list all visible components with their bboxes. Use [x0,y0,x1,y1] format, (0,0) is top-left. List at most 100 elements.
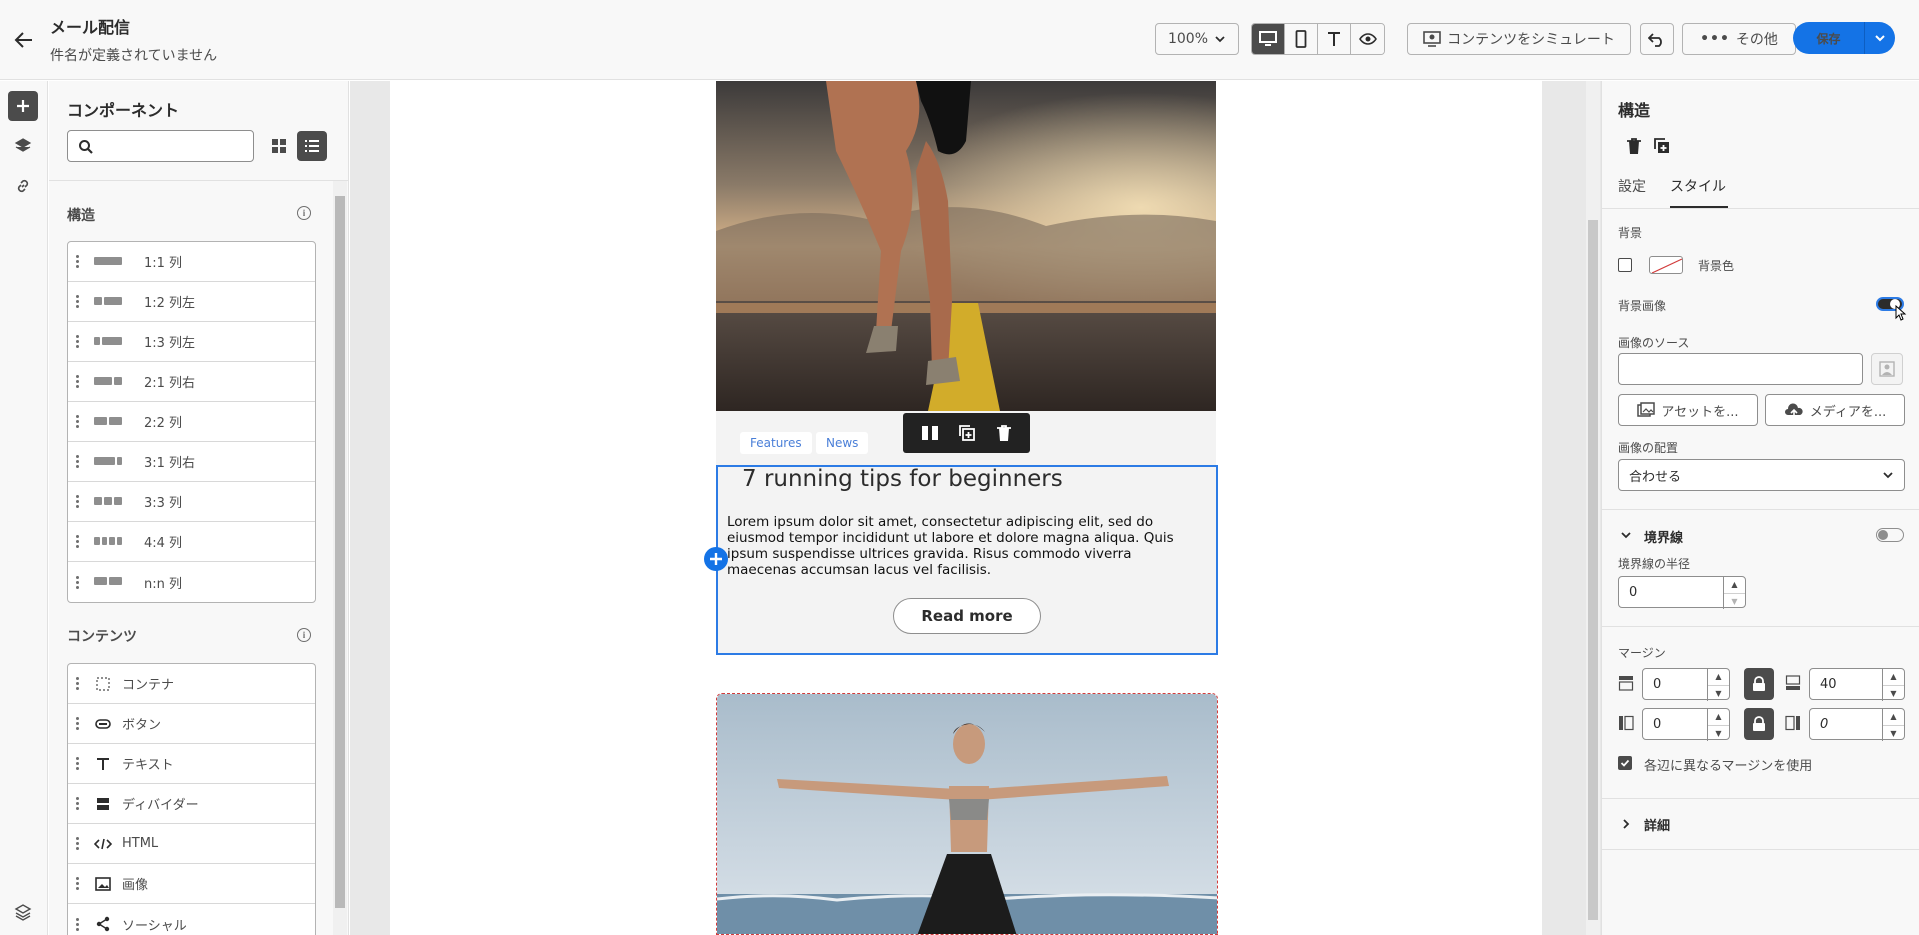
drag-handle-icon[interactable] [76,837,82,850]
margin-bottom-icon [1784,674,1802,692]
panel-scrollbar-thumb[interactable] [335,196,345,908]
margin-top-input[interactable]: 0 ▲ ▼ [1642,668,1730,701]
grid-icon [272,139,286,153]
image-picker-button[interactable] [1871,353,1903,385]
drag-handle-icon[interactable] [76,575,82,589]
background-color-checkbox[interactable] [1618,258,1632,272]
save-button[interactable]: 保存 [1793,22,1865,54]
layers-button[interactable] [8,131,38,161]
border-toggle[interactable] [1876,528,1904,542]
columns-icon[interactable] [921,425,939,441]
structure-item[interactable]: 2:2 列 [68,402,315,442]
drag-handle-icon[interactable] [76,415,82,428]
margin-left-stepper[interactable]: ▲ ▼ [1707,709,1729,741]
cloud-upload-icon [1784,403,1803,418]
info-icon[interactable]: i [297,206,311,220]
margin-left-input[interactable]: 0 ▲ ▼ [1642,708,1730,741]
text-view-button[interactable] [1318,24,1351,54]
canvas-scrollbar-thumb[interactable] [1588,220,1598,920]
content-item[interactable]: コンテナ [68,664,315,704]
zoom-select[interactable]: 100% [1155,23,1239,55]
structure-item[interactable]: n:n 列 [68,562,315,602]
tab-settings[interactable]: 設定 [1618,176,1646,196]
drag-handle-icon[interactable] [76,677,82,690]
drag-handle-icon[interactable] [76,917,82,931]
image-source-input[interactable] [1618,353,1863,385]
drag-handle-icon[interactable] [76,455,82,468]
content-item-label: ボタン [122,718,162,733]
lock-icon [1753,676,1765,691]
lock-horizontal-button[interactable] [1744,708,1774,740]
mobile-view-button[interactable] [1285,24,1318,54]
drag-handle-icon[interactable] [76,877,82,890]
article-body[interactable]: Lorem ipsum dolor sit amet, consectetur … [727,514,1187,578]
desktop-view-button[interactable] [1252,24,1285,54]
component-search-input[interactable] [67,130,254,162]
margin-top-stepper[interactable]: ▲ ▼ [1707,669,1729,701]
margin-bottom-input[interactable]: 40 ▲ ▼ [1809,668,1905,701]
content-item[interactable]: ボタン [68,704,315,744]
structure-item-label: 3:1 列右 [144,456,196,471]
structure-item[interactable]: 3:1 列右 [68,442,315,482]
border-radius-input[interactable]: 0 ▲ ▼ [1618,576,1746,609]
duplicate-icon[interactable] [1650,134,1674,158]
upload-media-button[interactable]: メディアを... [1765,394,1905,426]
per-side-margin-checkbox[interactable] [1618,756,1632,770]
content-item[interactable]: 画像 [68,864,315,904]
chevron-down-icon[interactable] [1620,529,1632,541]
yoga-image[interactable] [716,693,1218,935]
drag-handle-icon[interactable] [76,717,82,730]
structure-item[interactable]: 1:2 列左 [68,282,315,322]
margin-bottom-stepper[interactable]: ▲ ▼ [1882,669,1904,701]
trash-icon[interactable] [996,424,1012,442]
more-button[interactable]: ••• その他 [1682,23,1796,55]
tab-style[interactable]: スタイル [1670,176,1726,196]
select-asset-button[interactable]: アセットを... [1618,394,1758,426]
drag-handle-icon[interactable] [76,797,82,810]
drag-handle-icon[interactable] [76,495,82,508]
structure-item[interactable]: 1:1 列 [68,242,315,282]
drag-handle-icon[interactable] [76,335,82,348]
drag-handle-icon[interactable] [76,757,82,770]
content-item[interactable]: HTML [68,824,315,864]
read-more-button[interactable]: Read more [893,598,1041,634]
structure-item[interactable]: 3:3 列 [68,482,315,522]
tag-features[interactable]: Features [740,432,812,454]
background-color-swatch[interactable] [1649,256,1683,274]
save-dropdown-button[interactable] [1865,22,1895,54]
content-item[interactable]: ソーシャル [68,904,315,935]
duplicate-icon[interactable] [958,424,976,442]
delete-icon[interactable] [1622,134,1646,158]
structure-item[interactable]: 4:4 列 [68,522,315,562]
links-button[interactable] [8,171,38,201]
lock-vertical-button[interactable] [1744,668,1774,700]
margin-right-input[interactable]: 0 ▲ ▼ [1809,708,1905,741]
add-block-button[interactable] [704,547,728,571]
drag-handle-icon[interactable] [76,295,82,308]
columns-layout-icon [94,536,126,547]
structure-item[interactable]: 2:1 列右 [68,362,315,402]
image-placement-select[interactable]: 合わせる [1618,459,1905,491]
details-section[interactable]: 詳細 [1644,815,1670,834]
list-view-button[interactable] [297,131,327,161]
runner-image[interactable] [716,81,1216,411]
grid-view-button[interactable] [264,131,294,161]
drag-handle-icon[interactable] [76,255,82,268]
content-item[interactable]: ディバイダー [68,784,315,824]
versions-button[interactable] [8,897,38,927]
border-radius-stepper[interactable]: ▲ ▼ [1723,577,1745,609]
drag-handle-icon[interactable] [76,535,82,548]
back-arrow-icon[interactable] [12,28,36,52]
preview-button[interactable] [1351,24,1384,54]
undo-button[interactable] [1640,23,1674,55]
add-components-button[interactable] [8,91,38,121]
drag-handle-icon[interactable] [76,375,82,388]
chevron-right-icon[interactable] [1620,818,1632,830]
structure-item[interactable]: 1:3 列左 [68,322,315,362]
simulate-content-button[interactable]: コンテンツをシミュレート [1407,23,1631,55]
content-item[interactable]: テキスト [68,744,315,784]
tag-news[interactable]: News [816,432,869,454]
margin-right-stepper[interactable]: ▲ ▼ [1882,709,1904,741]
info-icon[interactable]: i [297,628,311,642]
article-title[interactable]: 7 running tips for beginners [742,466,1063,492]
